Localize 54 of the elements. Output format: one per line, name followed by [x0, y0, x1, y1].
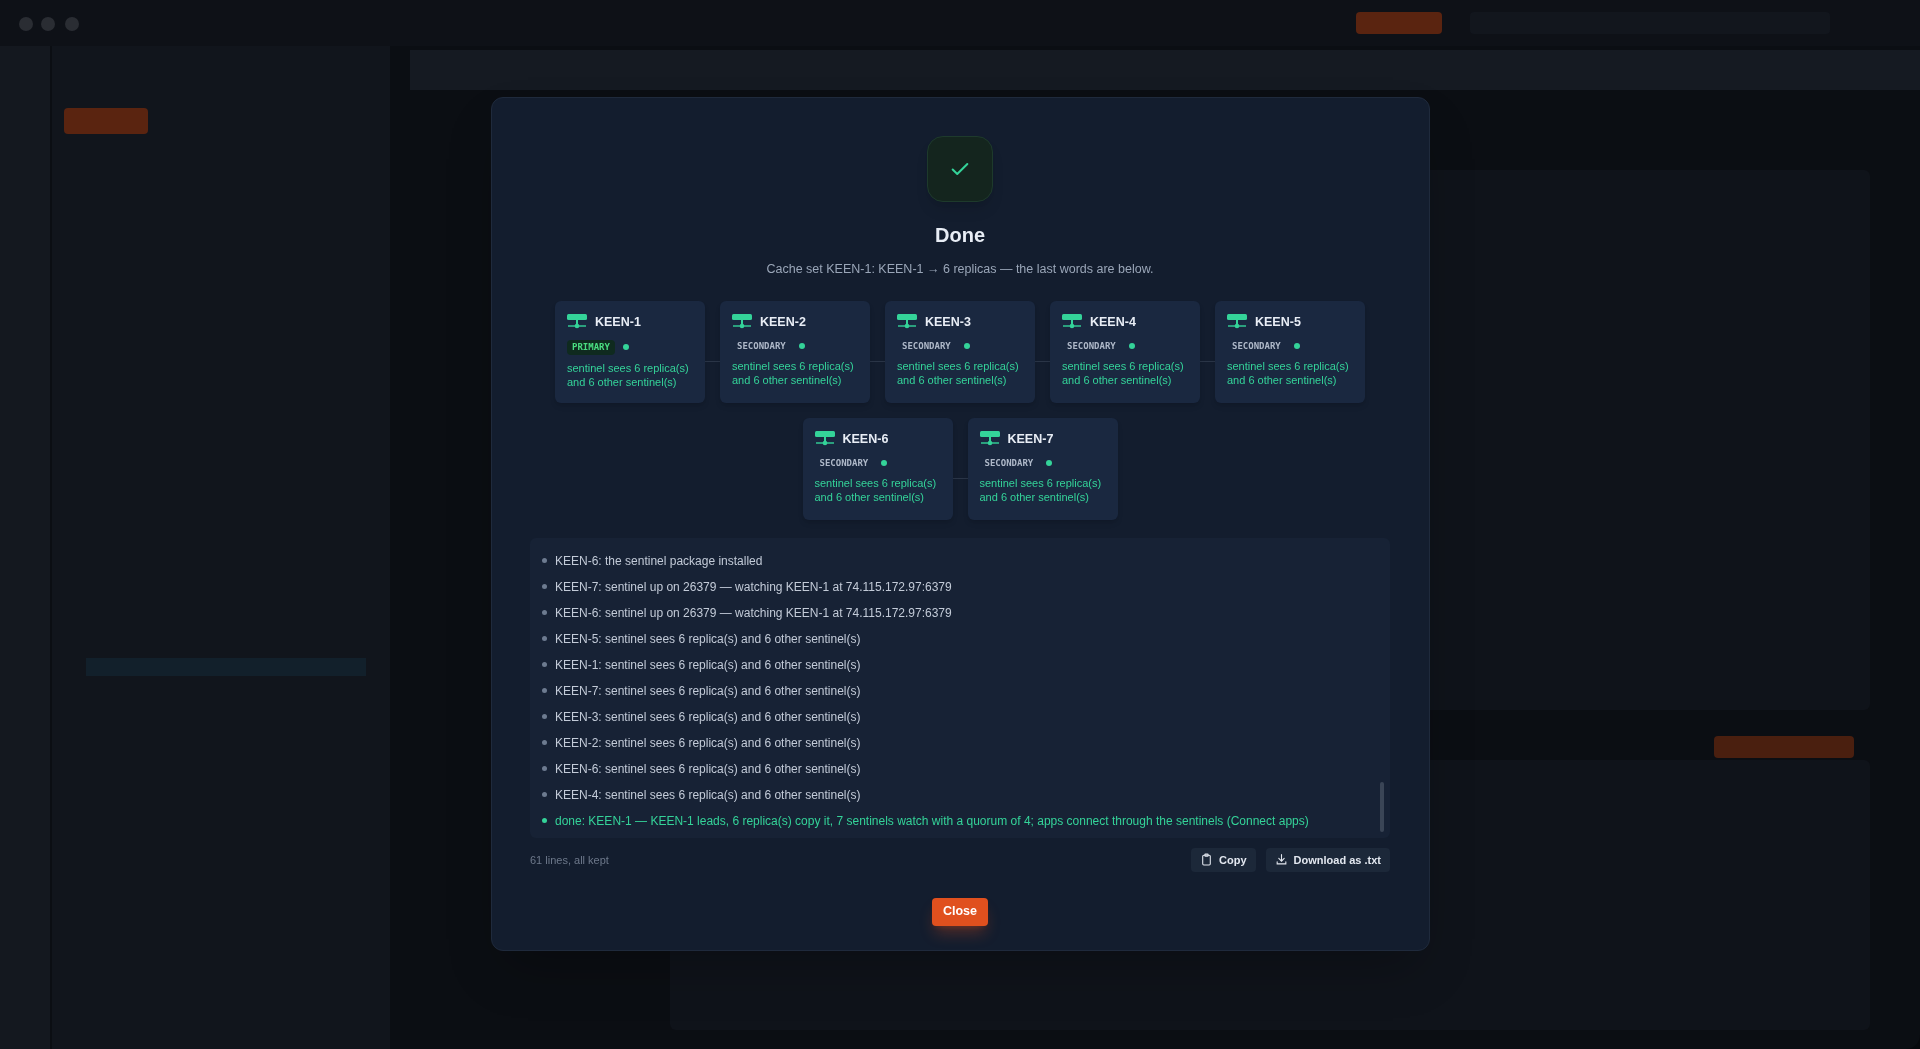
blurred-button[interactable] [64, 108, 148, 134]
download-icon [1274, 853, 1288, 867]
node-name: KEEN-3 [925, 313, 971, 331]
role-label: SECONDARY [736, 339, 787, 353]
node-detail: sentinel sees 6 replica(s) and 6 other sentinel(s) [1227, 359, 1350, 387]
window-control[interactable] [41, 17, 55, 31]
line-count: 61 lines, all kept [530, 852, 609, 868]
role-label: SECONDARY [901, 339, 952, 353]
window-control[interactable] [65, 17, 79, 31]
server-icon [1062, 314, 1082, 331]
log-line: KEEN-5: sentinel sees 6 replica(s) and 6 other sentinel(s) [555, 630, 861, 648]
copy-button[interactable]: Copy [1191, 847, 1256, 872]
log-line: KEEN-2: sentinel sees 6 replica(s) and 6 other sentinel(s) [555, 734, 861, 752]
clipboard-icon [1200, 853, 1214, 867]
server-icon [567, 314, 587, 331]
log-line: KEEN-7: sentinel sees 6 replica(s) and 6 other sentinel(s) [555, 682, 861, 700]
node-name: KEEN-7 [1007, 430, 1054, 448]
node-detail: sentinel sees 6 replica(s) and 6 other sentinel(s) [814, 476, 938, 504]
dialog-message: Cache set KEEN-1: KEEN-1 → 6 replicas — the last words are below. [766, 261, 1154, 278]
role-label: SECONDARY [983, 456, 1035, 470]
dialog-title: Done [935, 223, 985, 248]
log-line: KEEN-4: sentinel sees 6 replica(s) and 6 other sentinel(s) [555, 786, 861, 804]
role-label: SECONDARY [1231, 339, 1282, 353]
close-button[interactable]: Close [931, 897, 988, 926]
role-label: SECONDARY [1066, 339, 1117, 353]
role-label: PRIMARY [567, 339, 615, 355]
node-name: KEEN-2 [760, 313, 806, 331]
blurred-button[interactable] [1356, 12, 1442, 34]
log-line: KEEN-6: sentinel up on 26379 — watching KEEN-1 at 74.115.172.97:6379 [555, 604, 952, 622]
node-detail: sentinel sees 6 replica(s) and 6 other sentinel(s) [567, 361, 690, 389]
node-name: KEEN-5 [1255, 313, 1301, 331]
node-detail: sentinel sees 6 replica(s) and 6 other sentinel(s) [897, 359, 1020, 387]
window-control[interactable] [19, 17, 33, 31]
role-label: SECONDARY [818, 456, 870, 470]
node-detail: sentinel sees 6 replica(s) and 6 other sentinel(s) [979, 476, 1103, 504]
node-name: KEEN-6 [842, 430, 889, 448]
log-line: KEEN-6: the sentinel package installed [555, 552, 763, 570]
log-line: KEEN-3: sentinel sees 6 replica(s) and 6 other sentinel(s) [555, 708, 861, 726]
download-button[interactable]: Download as .txt [1265, 847, 1390, 872]
blurred-button[interactable] [1714, 736, 1854, 758]
log-line: KEEN-6: sentinel sees 6 replica(s) and 6 other sentinel(s) [555, 760, 861, 778]
server-icon [732, 314, 752, 331]
node-name: KEEN-1 [595, 313, 641, 331]
server-icon [897, 314, 917, 331]
scrollbar[interactable] [1380, 781, 1384, 832]
node-detail: sentinel sees 6 replica(s) and 6 other sentinel(s) [1062, 359, 1185, 387]
node-name: KEEN-4 [1090, 313, 1136, 331]
server-icon [979, 431, 1000, 448]
server-icon [814, 431, 835, 448]
log-line: KEEN-7: sentinel up on 26379 — watching KEEN-1 at 74.115.172.97:6379 [555, 578, 952, 596]
server-icon [1227, 314, 1247, 331]
log-line: KEEN-1: sentinel sees 6 replica(s) and 6 other sentinel(s) [555, 656, 861, 674]
log-line: done: KEEN-1 — KEEN-1 leads, 6 replica(s) copy it, 7 sentinels watch with a quorum of 4; apps connect through the sentinels (Connect apps) [555, 812, 1309, 830]
node-detail: sentinel sees 6 replica(s) and 6 other sentinel(s) [732, 359, 855, 387]
